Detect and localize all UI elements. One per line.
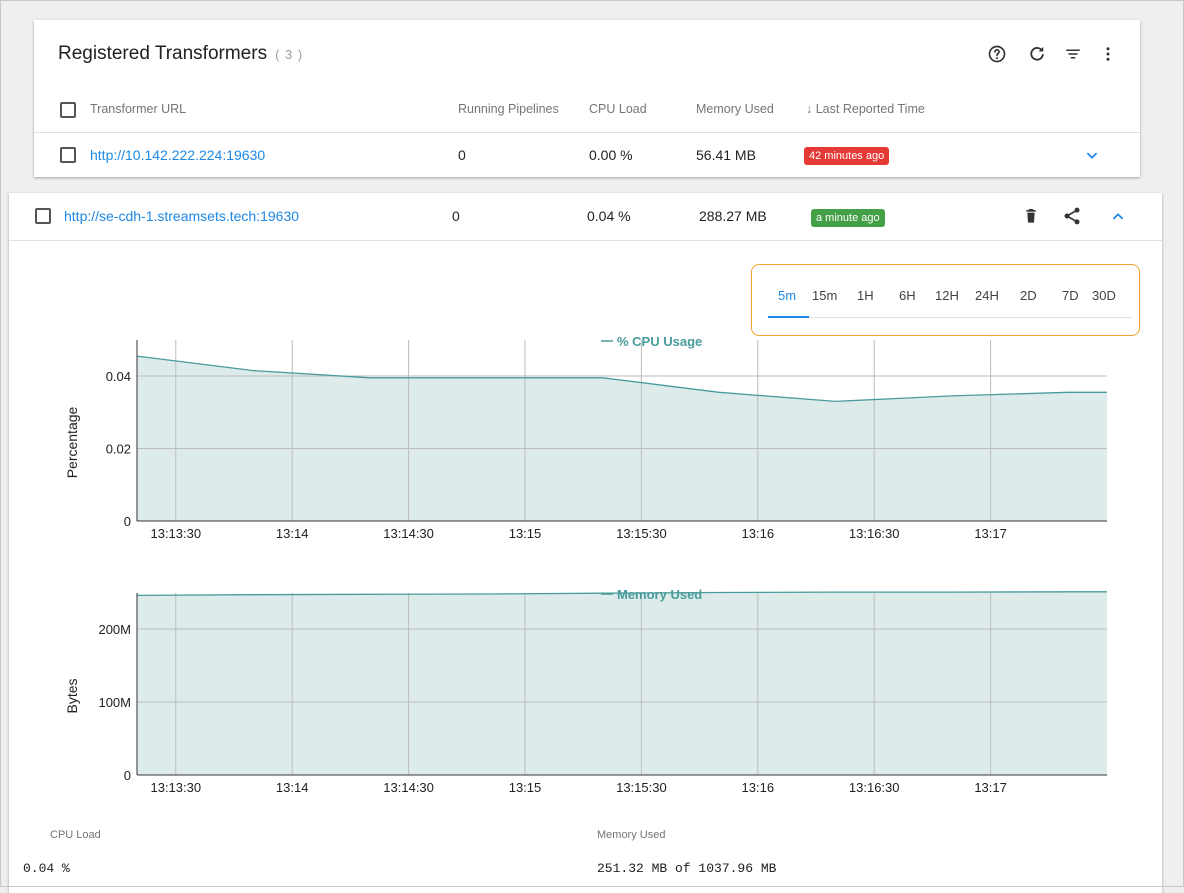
refresh-icon[interactable] (1025, 42, 1049, 66)
series-area (137, 591, 1107, 775)
filter-icon[interactable] (1061, 42, 1085, 66)
status-badge: 42 minutes ago (804, 147, 890, 165)
transformer-detail-card: http://se-cdh-1.streamsets.tech:19630 0 … (9, 193, 1162, 893)
x-tick-label: 13:14:30 (383, 780, 434, 795)
x-tick-label: 13:16:30 (849, 526, 900, 541)
y-tick-label: 100M (98, 695, 131, 710)
header-divider (34, 132, 1140, 133)
col-header-memory[interactable]: Memory Used (696, 102, 774, 116)
transformers-list-card: Registered Transformers ( 3 ) Transformer… (34, 20, 1140, 177)
col-header-last-reported-label: Last Reported Time (815, 102, 925, 116)
x-tick-label: 13:16 (742, 526, 775, 541)
y-tick-label: 0 (124, 768, 131, 783)
memory-used-summary: 251.32 MB of 1037.96 MB (597, 861, 777, 876)
sort-arrow-icon: ↓ (806, 102, 813, 116)
x-tick-label: 13:13:30 (150, 526, 201, 541)
x-tick-label: 13:17 (974, 526, 1007, 541)
chevron-down-icon[interactable] (1080, 144, 1104, 168)
y-axis-label: Bytes (64, 678, 80, 713)
x-tick-label: 13:15 (509, 526, 542, 541)
memory-used-value: 56.41 MB (696, 147, 756, 163)
row-checkbox[interactable] (60, 147, 76, 163)
y-axis-label: Percentage (64, 406, 80, 478)
x-tick-label: 13:15 (509, 780, 542, 795)
transformer-count: ( 3 ) (275, 47, 304, 62)
cpu-load-value: 0.04 % (23, 861, 70, 876)
x-tick-label: 13:16:30 (849, 780, 900, 795)
x-tick-label: 13:14 (276, 526, 309, 541)
x-tick-label: 13:15:30 (616, 780, 667, 795)
x-tick-label: 13:13:30 (150, 780, 201, 795)
y-tick-label: 0.04 (106, 369, 131, 384)
legend-label: % CPU Usage (617, 334, 702, 349)
x-tick-label: 13:17 (974, 780, 1007, 795)
running-pipelines-value: 0 (458, 147, 466, 163)
memory-used-label: Memory Used (597, 829, 666, 841)
charts-area: 0 0.02 0.04 13:13:30 13:14 13:14:30 13:15 13:15… (64, 334, 1107, 795)
col-header-pipelines[interactable]: Running Pipelines (458, 102, 559, 116)
x-tick-label: 13:14 (276, 780, 309, 795)
col-header-last-reported[interactable]: ↓ Last Reported Time (806, 102, 925, 116)
cpu-load-label: CPU Load (50, 829, 101, 841)
col-header-cpu[interactable]: CPU Load (589, 102, 647, 116)
y-tick-label: 200M (98, 622, 131, 637)
cpu-load-value: 0.00 % (589, 147, 633, 163)
help-icon[interactable] (985, 42, 1009, 66)
select-all-checkbox[interactable] (60, 102, 76, 118)
x-tick-label: 13:15:30 (616, 526, 667, 541)
legend-label: Memory Used (617, 587, 702, 602)
transformer-url-link[interactable]: http://10.142.222.224:19630 (90, 147, 265, 163)
page-title: Registered Transformers ( 3 ) (58, 43, 303, 65)
y-tick-label: 0 (124, 514, 131, 529)
y-tick-label: 0.02 (106, 442, 131, 457)
x-tick-label: 13:16 (742, 780, 775, 795)
title-text: Registered Transformers (58, 43, 268, 64)
more-vert-icon[interactable] (1096, 42, 1120, 66)
x-tick-label: 13:14:30 (383, 526, 434, 541)
col-header-url[interactable]: Transformer URL (90, 102, 186, 116)
